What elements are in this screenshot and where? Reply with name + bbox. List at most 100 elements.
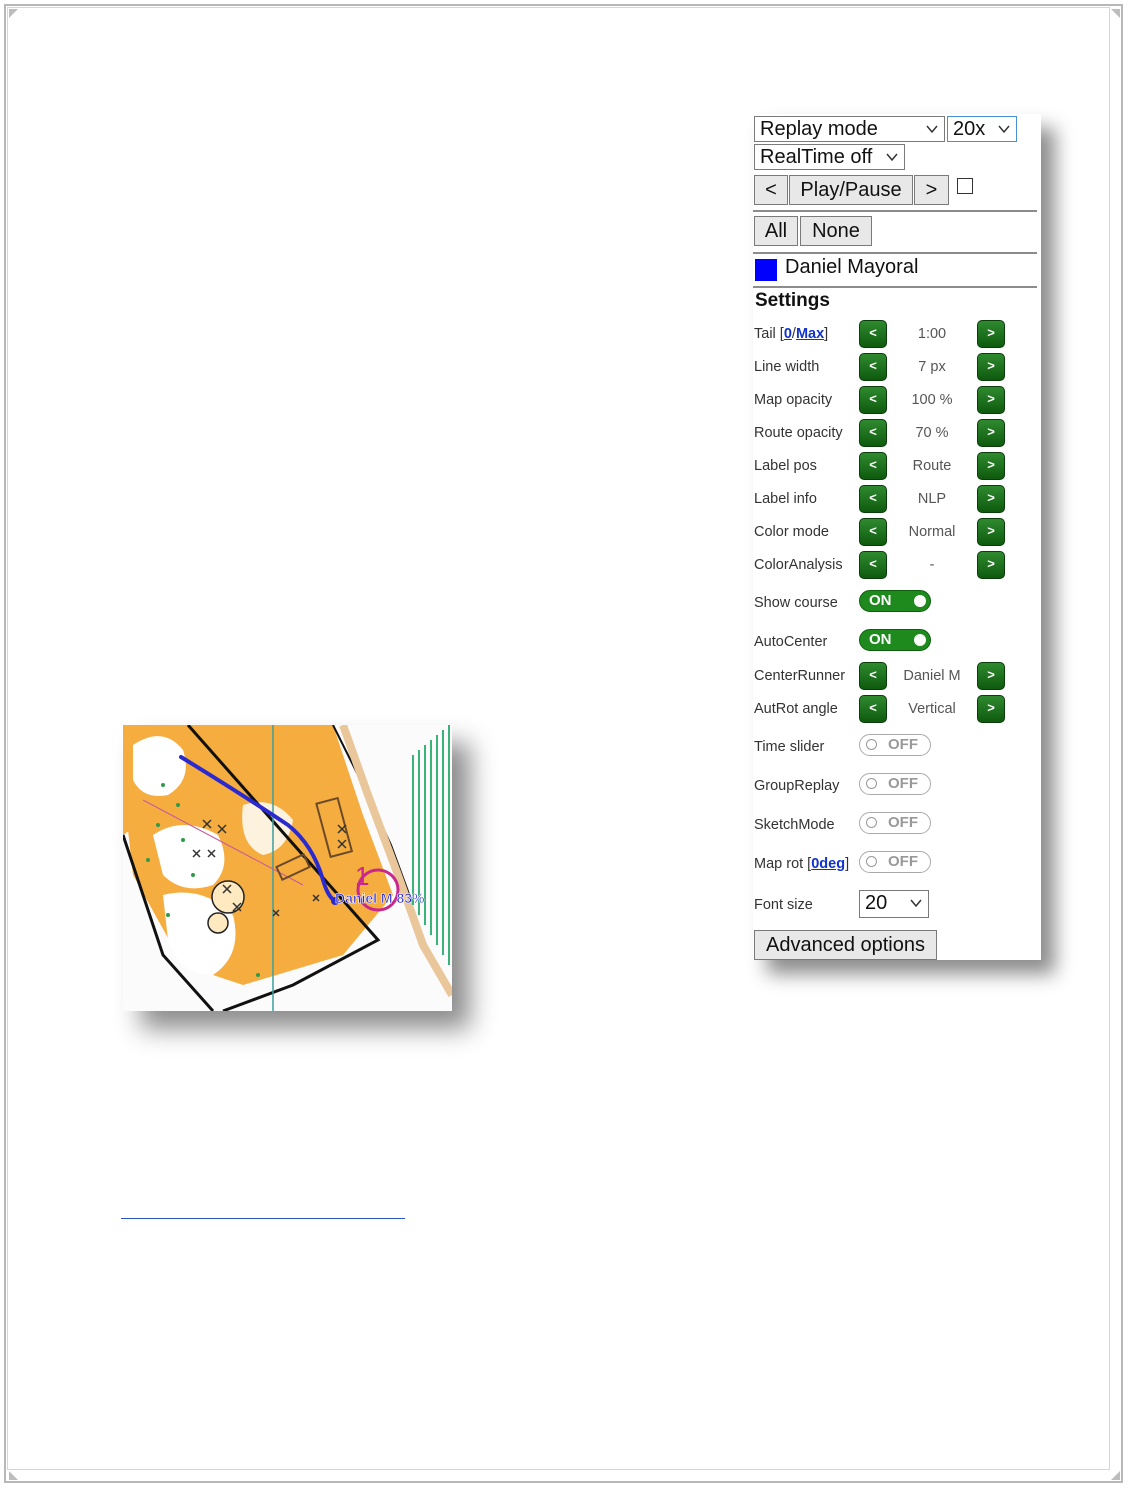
prev-button[interactable]: <: [754, 175, 788, 205]
divider: [753, 252, 1037, 254]
label-info-increase-button[interactable]: >: [977, 485, 1005, 513]
chevron-down-icon: [998, 125, 1010, 134]
setting-label-time-slider: Time slider: [754, 739, 825, 755]
map-preview[interactable]: 1 Daniel M 83%: [123, 725, 452, 1011]
color-mode-increase-button[interactable]: >: [977, 518, 1005, 546]
center-runner-increase-button[interactable]: >: [977, 662, 1005, 690]
setting-label-label-pos: Label pos: [754, 458, 817, 474]
autrot-angle-decrease-button[interactable]: <: [859, 695, 887, 723]
tail-label-text: Tail [: [754, 326, 784, 342]
line-width-value: 7 px: [918, 359, 946, 375]
setting-label-color-mode: Color mode: [754, 524, 829, 540]
setting-label-route-opacity: Route opacity: [754, 425, 843, 441]
label-pos-value: Route: [912, 458, 952, 474]
advanced-options-button[interactable]: Advanced options: [754, 930, 937, 960]
line-width-increase-button[interactable]: >: [977, 353, 1005, 381]
runner-color-swatch[interactable]: [755, 259, 777, 281]
tail-zero-link[interactable]: 0: [784, 326, 792, 342]
setting-label-map-rot: Map rot [0deg]: [754, 856, 849, 872]
tail-decrease-button[interactable]: <: [859, 320, 887, 348]
map-rot-toggle[interactable]: OFF: [859, 851, 931, 873]
setting-label-show-course: Show course: [754, 595, 838, 611]
map-rot-link[interactable]: 0deg: [811, 856, 845, 872]
color-analysis-decrease-button[interactable]: <: [859, 551, 887, 579]
mode-select[interactable]: Replay mode: [754, 116, 945, 142]
line-width-decrease-button[interactable]: <: [859, 353, 887, 381]
toggle-knob: [914, 634, 926, 646]
setting-label-sketch-mode: SketchMode: [754, 817, 835, 833]
map-rot-end: ]: [845, 856, 850, 872]
speed-select-value: 20x: [953, 118, 986, 140]
map-opacity-decrease-button[interactable]: <: [859, 386, 887, 414]
next-button[interactable]: >: [914, 175, 949, 205]
autrot-angle-value: Vertical: [908, 701, 956, 717]
sketch-mode-toggle[interactable]: OFF: [859, 812, 931, 834]
font-size-value: 20: [865, 892, 888, 914]
setting-label-autrot-angle: AutRot angle: [754, 701, 838, 717]
setting-label-tail: Tail [0/Max]: [754, 326, 828, 342]
toggle-knob: [866, 856, 877, 867]
setting-label-color-analysis: ColorAnalysis: [754, 557, 843, 573]
select-all-button[interactable]: All: [754, 216, 798, 246]
toggle-knob: [866, 739, 877, 750]
map-rot-label-text: Map rot [: [754, 856, 812, 872]
toggle-state: OFF: [888, 775, 918, 792]
setting-label-autocenter: AutoCenter: [754, 634, 828, 650]
color-mode-value: Normal: [908, 524, 956, 540]
toggle-state: OFF: [888, 814, 918, 831]
corner-mark: [1111, 1471, 1120, 1480]
group-replay-toggle[interactable]: OFF: [859, 773, 931, 795]
setting-label-group-replay: GroupReplay: [754, 778, 840, 794]
autocenter-toggle[interactable]: ON: [859, 629, 931, 651]
settings-heading: Settings: [755, 290, 830, 311]
route-opacity-increase-button[interactable]: >: [977, 419, 1005, 447]
label-info-decrease-button[interactable]: <: [859, 485, 887, 513]
play-pause-button[interactable]: Play/Pause: [789, 175, 913, 205]
setting-label-line-width: Line width: [754, 359, 820, 375]
label-pos-decrease-button[interactable]: <: [859, 452, 887, 480]
runner-name[interactable]: Daniel Mayoral: [785, 256, 918, 279]
toggle-knob: [866, 778, 877, 789]
tail-increase-button[interactable]: >: [977, 320, 1005, 348]
select-none-button[interactable]: None: [800, 216, 872, 246]
speed-select[interactable]: 20x: [947, 116, 1017, 142]
chevron-down-icon: [910, 899, 922, 908]
route-opacity-decrease-button[interactable]: <: [859, 419, 887, 447]
color-analysis-value: -: [929, 557, 935, 573]
corner-mark: [9, 1471, 18, 1480]
tail-value: 1:00: [917, 326, 947, 342]
route-opacity-value: 70 %: [915, 425, 949, 441]
underline-rule: [121, 1218, 405, 1219]
autrot-angle-increase-button[interactable]: >: [977, 695, 1005, 723]
divider: [753, 210, 1037, 212]
map-opacity-value: 100 %: [911, 392, 953, 408]
runner-map-label: Daniel M 83%: [335, 890, 425, 906]
map-opacity-increase-button[interactable]: >: [977, 386, 1005, 414]
label-info-value: NLP: [917, 491, 947, 507]
toggle-state: ON: [869, 592, 892, 609]
toggle-knob: [866, 817, 877, 828]
toggle-state: ON: [869, 631, 892, 648]
color-analysis-increase-button[interactable]: >: [977, 551, 1005, 579]
replay-control-panel: Replay mode 20x RealTime off < Play/Paus…: [753, 114, 1041, 960]
center-runner-value: Daniel M: [903, 668, 961, 684]
center-runner-decrease-button[interactable]: <: [859, 662, 887, 690]
chevron-down-icon: [926, 125, 938, 134]
font-size-select[interactable]: 20: [859, 890, 929, 918]
loop-checkbox[interactable]: [957, 178, 973, 194]
orienteering-map: 1 Daniel M 83%: [123, 725, 452, 1011]
label-pos-increase-button[interactable]: >: [977, 452, 1005, 480]
color-mode-decrease-button[interactable]: <: [859, 518, 887, 546]
corner-mark: [1111, 9, 1120, 18]
show-course-toggle[interactable]: ON: [859, 590, 931, 612]
divider: [753, 286, 1037, 288]
realtime-select-value: RealTime off: [760, 146, 873, 168]
setting-label-map-opacity: Map opacity: [754, 392, 833, 408]
realtime-select[interactable]: RealTime off: [754, 144, 905, 170]
chevron-down-icon: [886, 153, 898, 162]
setting-label-label-info: Label info: [754, 491, 817, 507]
time-slider-toggle[interactable]: OFF: [859, 734, 931, 756]
tail-max-link[interactable]: Max: [796, 326, 824, 342]
setting-label-center-runner: CenterRunner: [754, 668, 846, 684]
toggle-knob: [914, 595, 926, 607]
